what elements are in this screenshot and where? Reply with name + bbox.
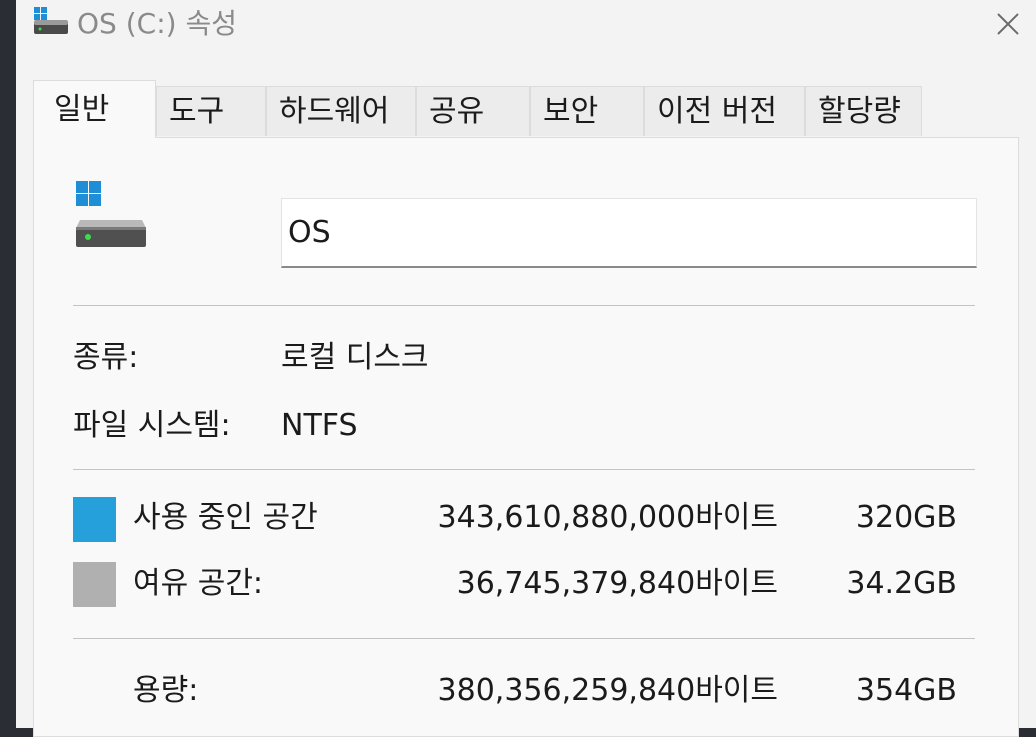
capacity-size: 354GB <box>855 673 957 708</box>
tab-previous-versions[interactable]: 이전 버전 <box>644 86 805 136</box>
divider <box>73 469 975 470</box>
volume-name-input[interactable] <box>281 198 977 268</box>
tab-quota[interactable]: 할당량 <box>805 86 922 136</box>
used-space-bytes: 343,610,880,000바이트 <box>437 500 778 535</box>
type-label: 종류: <box>73 340 139 375</box>
tab-tools[interactable]: 도구 <box>156 86 266 136</box>
free-space-size: 34.2GB <box>846 566 957 601</box>
title-bar: OS (C:) 속성 <box>16 0 1036 58</box>
free-space-label: 여유 공간: <box>133 566 264 601</box>
windows-drive-icon <box>76 181 146 247</box>
capacity-label: 용량: <box>133 673 199 708</box>
window-title: OS (C:) 속성 <box>77 7 237 40</box>
file-system-value: NTFS <box>281 408 358 443</box>
properties-window: OS (C:) 속성 일반 도구 하드웨어 공유 보안 이전 버전 할당량 종류… <box>16 0 1036 737</box>
free-space-color-swatch <box>73 562 116 607</box>
capacity-bytes: 380,356,259,840바이트 <box>437 673 778 708</box>
used-space-label: 사용 중인 공간 <box>133 500 318 535</box>
divider <box>73 305 975 306</box>
type-value: 로컬 디스크 <box>281 340 429 375</box>
free-space-bytes: 36,745,379,840바이트 <box>456 566 778 601</box>
tab-sharing[interactable]: 공유 <box>416 86 530 136</box>
close-button[interactable] <box>988 4 1028 44</box>
tab-security[interactable]: 보안 <box>530 86 644 136</box>
file-system-label: 파일 시스템: <box>73 408 231 443</box>
tab-hardware[interactable]: 하드웨어 <box>266 86 416 136</box>
used-space-size: 320GB <box>855 500 957 535</box>
drive-icon <box>34 7 68 34</box>
tab-strip: 일반 도구 하드웨어 공유 보안 이전 버전 할당량 <box>33 80 1036 138</box>
divider <box>73 638 975 639</box>
used-space-color-swatch <box>73 497 116 542</box>
close-icon <box>997 13 1019 35</box>
tab-general[interactable]: 일반 <box>33 80 156 138</box>
